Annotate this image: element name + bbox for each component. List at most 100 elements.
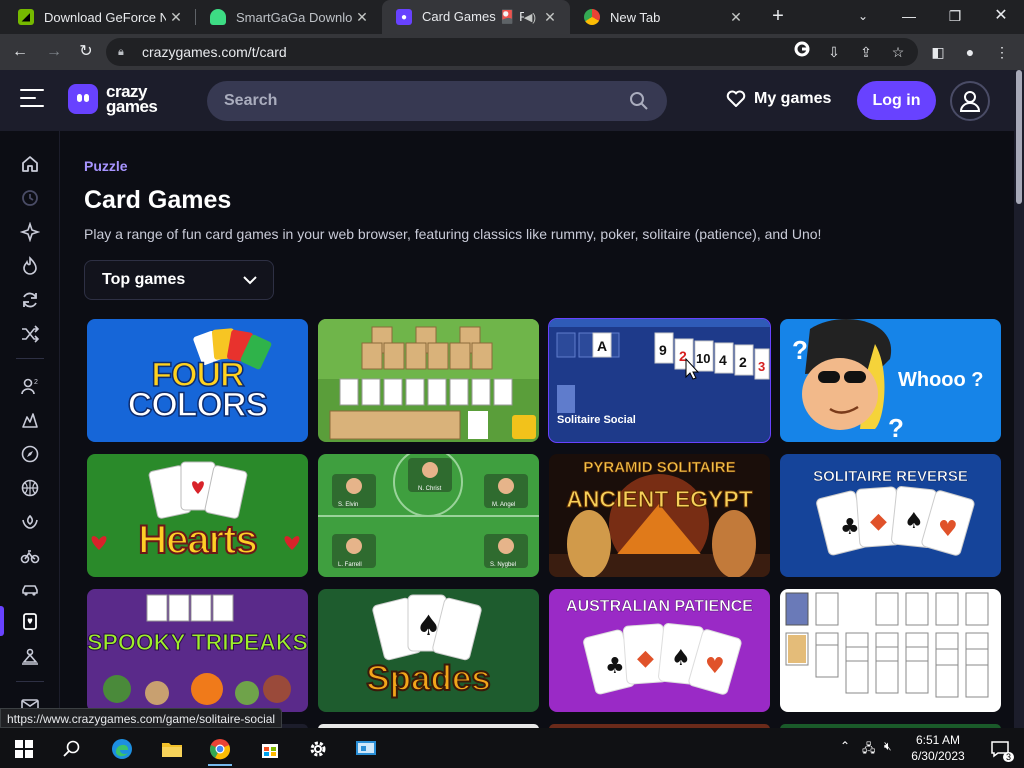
login-button[interactable]: Log in (857, 81, 936, 120)
close-tab-icon[interactable]: ✕ (352, 9, 372, 26)
page-scrollbar[interactable] (1014, 70, 1024, 728)
tab-title: Card Games 🎴 Pl (422, 9, 524, 24)
sort-dropdown-label: Top games (102, 271, 186, 288)
search-box[interactable] (207, 81, 667, 121)
page-title: Card Games (84, 186, 232, 214)
settings-icon[interactable] (298, 732, 338, 766)
svg-text:2: 2 (739, 354, 747, 370)
android-icon (210, 9, 226, 25)
forward-icon[interactable]: → (42, 40, 66, 64)
thumb-text: Spades (365, 658, 492, 699)
taskbar-clock[interactable]: 6:51 AM 6/30/2023 (900, 732, 976, 764)
card-icon[interactable] (18, 609, 42, 633)
game-card-solitaire-social[interactable]: A 9 2 10 4 2 3 Solitaire Social (548, 318, 771, 443)
volume-muted-icon[interactable]: 🔇︎ (884, 739, 892, 754)
minimize-button[interactable]: — (886, 0, 932, 34)
thumb-text: Hearts (137, 517, 259, 563)
close-window-button[interactable]: ✕ (978, 0, 1024, 34)
svg-text:10: 10 (696, 351, 710, 366)
active-indicator (0, 606, 4, 636)
menu-kebab-icon[interactable]: ⋮ (990, 40, 1014, 64)
tab-new-tab[interactable]: New Tab ✕ (570, 0, 756, 34)
show-hidden-icons[interactable]: ⌃ (840, 739, 850, 753)
svg-text:?: ? (888, 413, 904, 442)
clicker-icon[interactable] (18, 644, 42, 668)
trending-icon[interactable] (18, 254, 42, 278)
recent-icon[interactable] (18, 186, 42, 210)
svg-text:♥: ♥ (938, 517, 958, 542)
install-app-icon[interactable]: ⇩ (822, 40, 846, 64)
close-tab-icon[interactable]: ✕ (726, 9, 746, 26)
chrome-icon (584, 9, 600, 25)
crazygames-logo[interactable]: crazy games (68, 83, 158, 116)
new-icon[interactable] (18, 220, 42, 244)
chrome-icon[interactable] (200, 732, 240, 766)
user-avatar-icon[interactable] (950, 81, 990, 121)
multiplayer-icon[interactable]: 2 (18, 374, 42, 398)
svg-text:9: 9 (659, 342, 667, 358)
thumb-text: ANCIENT EGYPT (566, 486, 754, 513)
sort-dropdown[interactable]: Top games (84, 260, 274, 300)
adventure-icon[interactable] (18, 442, 42, 466)
game-card-four-colors[interactable]: FOUR COLORS (87, 319, 308, 442)
new-tab-button[interactable]: + (766, 5, 790, 29)
tab-search-icon[interactable]: ⌄ (840, 0, 886, 34)
share-icon[interactable]: ⇪ (854, 40, 878, 64)
game-card-australian-patience[interactable]: ♣ ◆ ♠ ♥ AUSTRALIAN PATIENCE (549, 589, 770, 712)
search-icon[interactable] (52, 732, 92, 766)
sidebar-toggle-icon[interactable] (20, 89, 44, 111)
car-icon[interactable] (18, 578, 42, 602)
back-icon[interactable]: ← (8, 40, 32, 64)
address-toolbar: ← → ↻ 🔒︎ crazygames.com/t/card ⇩ ⇪ ☆ ◧ ●… (0, 34, 1024, 70)
file-explorer-icon[interactable] (152, 732, 192, 766)
restore-button[interactable]: ❐ (932, 0, 978, 34)
my-games-link[interactable]: My games (726, 90, 831, 108)
speaker-icon[interactable]: ◀) (524, 11, 536, 24)
thumb-text: AUSTRALIAN PATIENCE (566, 598, 753, 615)
game-card-classic-solitaire[interactable] (780, 589, 1001, 712)
svg-text:S. Nygbel: S. Nygbel (490, 562, 516, 568)
notification-center-icon[interactable]: 3 (980, 732, 1020, 766)
home-icon[interactable] (18, 152, 42, 176)
game-card-tripeaks-solitaire[interactable] (318, 319, 539, 442)
search-icon[interactable] (629, 91, 649, 111)
basketball-icon[interactable] (18, 476, 42, 500)
beauty-icon[interactable] (18, 510, 42, 534)
game-card-durak[interactable]: S. Elvin N. Christ M. Angel L. Farrell S. Ny… (318, 454, 539, 577)
game-card-whooo[interactable]: ? ? Whooo ? (780, 319, 1001, 442)
network-icon[interactable]: 🖧︎ (862, 739, 875, 760)
game-card-pyramid-solitaire[interactable]: PYRAMID SOLITAIRE ANCIENT EGYPT (549, 454, 770, 577)
random-icon[interactable] (18, 322, 42, 346)
google-icon[interactable] (790, 40, 814, 64)
nvidia-icon: ◢ (18, 9, 34, 25)
thumb-text: SPOOKY TRIPEAKS (87, 629, 308, 656)
bookmark-star-icon[interactable]: ☆ (886, 40, 910, 64)
lock-icon[interactable]: 🔒︎ (118, 46, 132, 59)
game-card-spooky-tripeaks[interactable]: SPOOKY TRIPEAKS (87, 589, 308, 712)
breadcrumb-puzzle[interactable]: Puzzle (84, 158, 128, 174)
logo-text-line2: games (106, 97, 158, 116)
side-panel-icon[interactable]: ◧ (926, 40, 950, 64)
store-icon[interactable] (250, 732, 290, 766)
svg-text:A: A (597, 338, 607, 354)
control-panel-icon[interactable] (346, 732, 386, 766)
action-icon[interactable] (18, 408, 42, 432)
start-icon[interactable] (4, 732, 44, 766)
search-input[interactable] (224, 92, 604, 110)
close-tab-icon[interactable]: ✕ (166, 9, 186, 26)
svg-text:?: ? (792, 335, 808, 365)
tab-card-games[interactable]: ● Card Games 🎴 Pl ◀) ✕ (382, 0, 570, 34)
game-card-solitaire-reverse[interactable]: ♣ ◆ ♠ ♥ SOLITAIRE REVERSE (780, 454, 1001, 577)
logo-mark-icon (68, 84, 98, 114)
scrollbar-thumb[interactable] (1016, 70, 1022, 204)
bike-icon[interactable] (18, 544, 42, 568)
profile-icon[interactable]: ● (958, 40, 982, 64)
close-tab-icon[interactable]: ✕ (540, 9, 560, 26)
game-card-hearts[interactable]: Hearts (87, 454, 308, 577)
updated-icon[interactable] (18, 288, 42, 312)
edge-icon[interactable] (102, 732, 142, 766)
tab-geforce[interactable]: ◢ Download GeForce NOW ✕ (4, 0, 196, 34)
reload-icon[interactable]: ↻ (74, 40, 98, 64)
tab-smartgaga[interactable]: SmartGaGa Download ✕ (196, 0, 382, 34)
game-card-spades[interactable]: ♠ Spades (318, 589, 539, 712)
